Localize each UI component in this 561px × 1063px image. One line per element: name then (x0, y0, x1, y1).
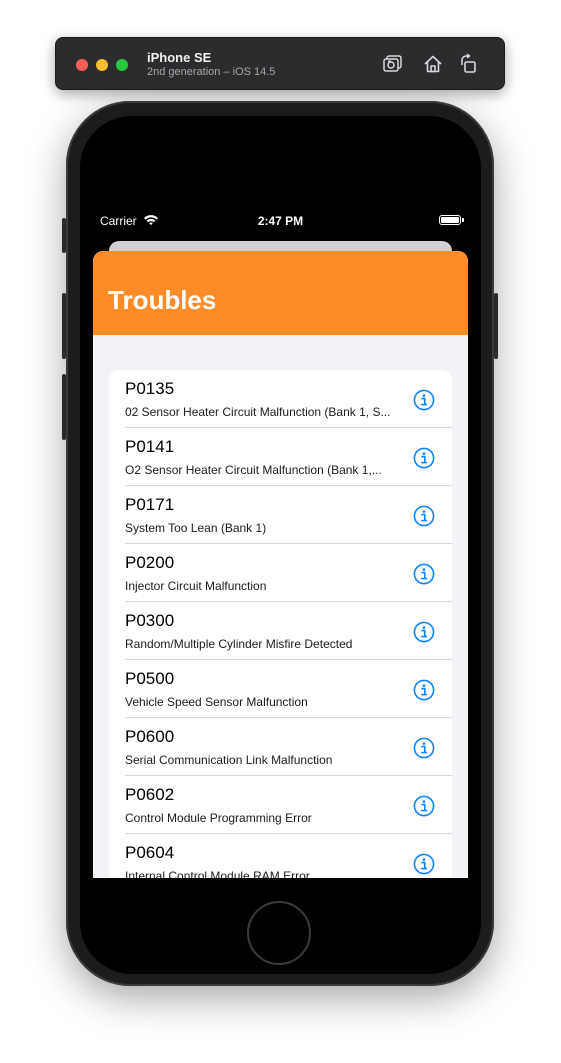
status-bar: Carrier 2:47 PM (93, 204, 468, 238)
power-button (494, 293, 498, 359)
trouble-description: System Too Lean (Bank 1) (125, 521, 267, 535)
screenshot-icon[interactable] (382, 53, 404, 75)
volume-down-button (62, 374, 66, 440)
info-icon[interactable] (413, 621, 435, 643)
trouble-code: P0171 (125, 495, 175, 514)
trouble-row[interactable]: P0600 Serial Communication Link Malfuncti… (109, 718, 452, 776)
info-icon[interactable] (413, 679, 435, 701)
volume-up-button (62, 293, 66, 359)
simulator-title-bar: iPhone SE 2nd generation – iOS 14.5 (55, 37, 505, 90)
device-detail: 2nd generation – iOS 14.5 (147, 66, 276, 78)
trouble-description: Random/Multiple Cylinder Misfire Detecte… (125, 637, 353, 651)
trouble-row[interactable]: P0171 System Too Lean (Bank 1) (109, 486, 452, 544)
trouble-description: Injector Circuit Malfunction (125, 579, 267, 593)
status-time: 2:47 PM (257, 214, 304, 228)
battery-icon (439, 215, 464, 225)
trouble-description: Vehicle Speed Sensor Malfunction (125, 695, 308, 709)
trouble-row[interactable]: P0200 Injector Circuit Malfunction (109, 544, 452, 602)
trouble-description: Serial Communication Link Malfunction (125, 753, 333, 767)
home-icon[interactable] (422, 53, 444, 75)
mute-switch (62, 218, 66, 253)
trouble-code: P0141 (125, 437, 175, 456)
trouble-code: P0600 (125, 727, 175, 746)
info-icon[interactable] (413, 505, 435, 527)
trouble-code: P0602 (125, 785, 175, 804)
device-screen: Carrier 2:47 PM Troubles P0135 02 Sensor … (93, 204, 468, 878)
info-icon[interactable] (413, 795, 435, 817)
trouble-code: P0500 (125, 669, 175, 688)
info-icon[interactable] (413, 447, 435, 469)
trouble-description: Control Module Programming Error (125, 811, 312, 825)
trouble-row[interactable]: P0602 Control Module Programming Error (109, 776, 452, 834)
rotate-icon[interactable] (458, 53, 480, 75)
trouble-code: P0200 (125, 553, 175, 572)
info-icon[interactable] (413, 853, 435, 875)
minimize-window-button[interactable] (96, 59, 108, 71)
trouble-code: P0135 (125, 379, 175, 398)
trouble-row[interactable]: P0500 Vehicle Speed Sensor Malfunction (109, 660, 452, 718)
info-icon[interactable] (413, 563, 435, 585)
navigation-bar: Troubles (93, 251, 468, 335)
home-button[interactable] (247, 901, 311, 965)
trouble-row[interactable]: P0141 O2 Sensor Heater Circuit Malfunctio… (109, 428, 452, 486)
trouble-description: 02 Sensor Heater Circuit Malfunction (Ba… (125, 405, 391, 419)
trouble-row[interactable]: P0604 Internal Control Module RAM Error (109, 834, 452, 878)
page-title: Troubles (108, 285, 217, 315)
trouble-code: P0604 (125, 843, 175, 862)
trouble-row[interactable]: P0135 02 Sensor Heater Circuit Malfunctio… (109, 370, 452, 428)
info-icon[interactable] (413, 389, 435, 411)
device-name: iPhone SE (147, 50, 212, 65)
close-window-button[interactable] (76, 59, 88, 71)
info-icon[interactable] (413, 737, 435, 759)
simulator-stage: iPhone SE 2nd generation – iOS 14.5 Carr… (0, 0, 561, 1063)
zoom-window-button[interactable] (116, 59, 128, 71)
trouble-row[interactable]: P0300 Random/Multiple Cylinder Misfire De… (109, 602, 452, 660)
troubles-sheet: Troubles P0135 02 Sensor Heater Circuit M… (93, 251, 468, 878)
trouble-code: P0300 (125, 611, 175, 630)
trouble-description: Internal Control Module RAM Error (125, 869, 310, 878)
troubles-list: P0135 02 Sensor Heater Circuit Malfunctio… (109, 370, 452, 878)
trouble-description: O2 Sensor Heater Circuit Malfunction (Ba… (125, 463, 382, 477)
